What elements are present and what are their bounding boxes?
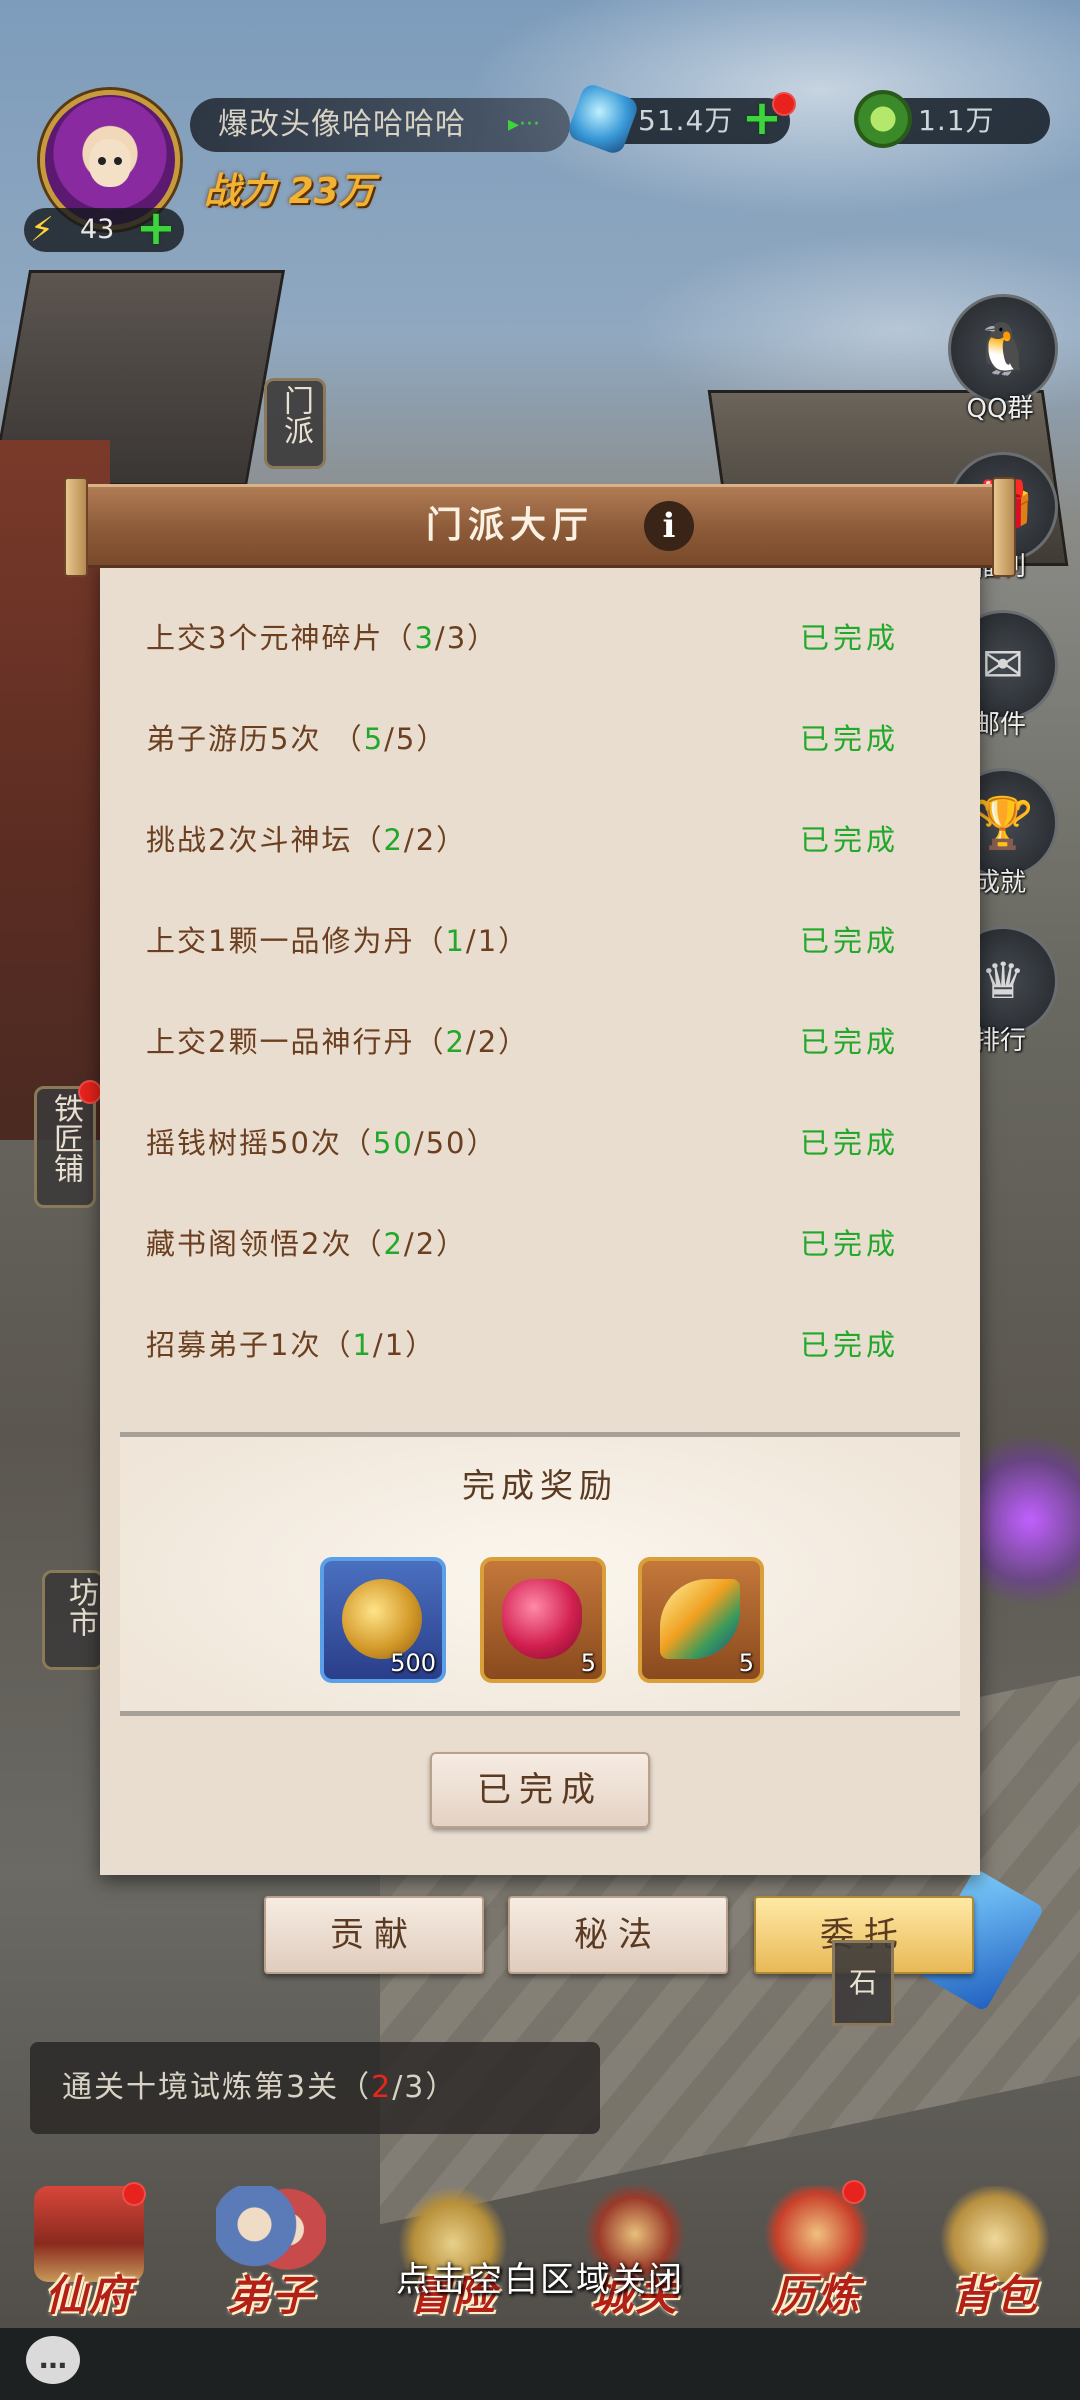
task-status: 已完成: [800, 1025, 900, 1059]
avatar-eye: [114, 157, 122, 165]
task-progress-done: 2: [383, 823, 404, 857]
task-progress-done: 5: [363, 722, 385, 756]
nav-badge: [842, 2180, 866, 2204]
task-row: 摇钱树摇50次（50/50） 已完成: [146, 1113, 926, 1173]
task-progress-total: 5: [395, 722, 417, 756]
power-display: 战力 23万: [204, 162, 375, 214]
qq-penguin-icon: 🐧: [971, 320, 1035, 378]
quest-progress-total: 3: [404, 2070, 426, 2105]
reward-count: 500: [390, 1649, 436, 1677]
task-row: 上交2颗一品神行丹（2/2） 已完成: [146, 1012, 926, 1072]
market-sign[interactable]: 坊市: [42, 1570, 104, 1670]
sect-sign[interactable]: 门派: [264, 378, 326, 469]
reward-item-gold-coin[interactable]: 500: [320, 1557, 446, 1683]
smithy-sign-label: 铁匠铺: [48, 1093, 83, 1183]
task-name: 藏书阁领悟2次: [146, 1227, 353, 1261]
quest-text: 通关十境试炼第3关: [62, 2070, 340, 2105]
completed-button[interactable]: 已完成: [430, 1752, 650, 1828]
task-status: 已完成: [800, 722, 900, 756]
energy-value: 43: [80, 214, 115, 245]
name-dots-icon: ▸···: [508, 112, 541, 137]
qq-group-label: QQ群: [966, 394, 1034, 424]
task-name: 挑战2次斗神坛: [146, 823, 353, 857]
reward-count: 5: [580, 1649, 596, 1677]
task-status: 已完成: [800, 924, 900, 958]
player-name-bar[interactable]: 爆改头像哈哈哈哈 ▸···: [190, 98, 570, 152]
task-row: 藏书阁领悟2次（2/2） 已完成: [146, 1214, 926, 1274]
task-name: 招募弟子1次: [146, 1328, 322, 1362]
stone-sign[interactable]: 石: [832, 1940, 894, 2026]
notification-badge: [772, 92, 796, 116]
task-progress-done: 50: [372, 1126, 414, 1160]
task-name: 上交2颗一品神行丹: [146, 1025, 415, 1059]
close-hint: 点击空白区域关闭: [396, 2260, 684, 2300]
task-progress-total: 2: [477, 1025, 499, 1059]
add-energy-button[interactable]: +: [134, 204, 178, 252]
gem-value: 51.4万: [638, 104, 734, 137]
task-row: 上交1颗一品修为丹（1/1） 已完成: [146, 911, 926, 971]
task-status: 已完成: [800, 1328, 900, 1362]
avatar-face: [89, 139, 131, 187]
info-icon[interactable]: i: [644, 501, 694, 551]
quest-progress-done: 2: [371, 2070, 393, 2105]
reward-item-phoenix-feather[interactable]: 5: [638, 1557, 764, 1683]
reward-panel: 完成奖励 500 5 5: [120, 1432, 960, 1716]
task-status: 已完成: [800, 823, 900, 857]
phoenix-feather-icon: [660, 1579, 740, 1659]
task-progress-total: 2: [415, 823, 437, 857]
task-name: 上交3个元神碎片: [146, 621, 384, 655]
task-name: 上交1颗一品修为丹: [146, 924, 415, 958]
chat-bubble-icon[interactable]: …: [26, 2336, 80, 2384]
task-name: 弟子游历5次: [146, 722, 333, 756]
power-value: 23万: [288, 171, 375, 212]
task-progress-done: 1: [445, 924, 466, 958]
quest-tracker[interactable]: 通关十境试炼第3关（2/3）: [30, 2042, 600, 2134]
task-progress-done: 2: [383, 1227, 404, 1261]
tab-secret-art[interactable]: 秘法: [508, 1896, 728, 1974]
task-row: 招募弟子1次（1/1） 已完成: [146, 1315, 926, 1375]
task-status: 已完成: [800, 1126, 900, 1160]
task-status: 已完成: [800, 1227, 900, 1261]
task-progress-total: 50: [425, 1126, 467, 1160]
player-name: 爆改头像哈哈哈哈: [218, 107, 466, 142]
task-name: 摇钱树摇50次: [146, 1126, 342, 1160]
gold-coin-icon: [342, 1579, 422, 1659]
sect-sign-label: 门派: [278, 385, 313, 445]
reward-title: 完成奖励: [462, 1466, 618, 1505]
bottom-bar: [0, 2328, 1080, 2400]
jade-coin-icon: [854, 90, 912, 148]
reward-count: 5: [738, 1649, 754, 1677]
task-status: 已完成: [800, 621, 900, 655]
jade-currency: 1.1万: [854, 90, 1050, 148]
dialog-title: 门派大厅: [425, 505, 594, 546]
stone-sign-label: 石: [848, 1966, 877, 1999]
avatar-eye: [98, 157, 106, 165]
smithy-sign[interactable]: 铁匠铺: [34, 1086, 96, 1208]
task-progress-done: 1: [352, 1328, 373, 1362]
task-progress-total: 2: [415, 1227, 437, 1261]
dialog-title-bar: 门派大厅 i: [64, 477, 1016, 577]
nav-badge: [122, 2182, 146, 2206]
reward-item-red-gem[interactable]: 5: [480, 1557, 606, 1683]
task-progress-total: 3: [446, 621, 468, 655]
red-gem-icon: [502, 1579, 582, 1659]
task-progress-done: 3: [414, 621, 435, 655]
task-row: 挑战2次斗神坛（2/2） 已完成: [146, 810, 926, 870]
task-row: 上交3个元神碎片（3/3） 已完成: [146, 608, 926, 668]
task-row: 弟子游历5次 （5/5） 已完成: [146, 709, 926, 769]
power-label: 战力: [204, 171, 277, 212]
task-progress-total: 1: [384, 1328, 406, 1362]
smithy-badge: [78, 1080, 102, 1104]
tab-contribution[interactable]: 贡献: [264, 1896, 484, 1974]
task-progress-total: 1: [477, 924, 499, 958]
task-progress-done: 2: [445, 1025, 466, 1059]
lightning-icon: ⚡: [30, 210, 54, 250]
jade-value: 1.1万: [918, 104, 995, 137]
